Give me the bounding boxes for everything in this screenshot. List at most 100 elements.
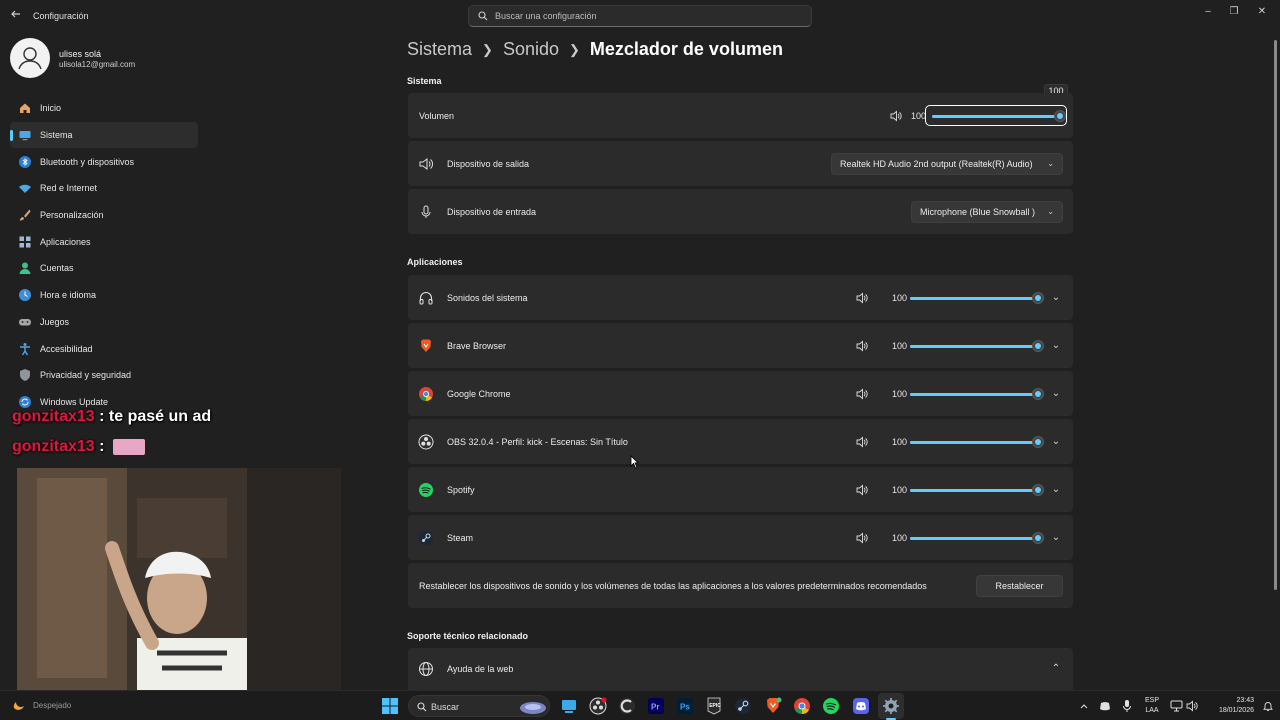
steam-icon[interactable] — [734, 697, 752, 715]
search-input[interactable] — [495, 8, 795, 24]
clock[interactable]: 23:43 18/01/2026 — [1206, 696, 1254, 716]
sidebar-item-accesibilidad[interactable]: Accesibilidad — [10, 335, 198, 362]
app-volume-slider[interactable] — [910, 435, 1044, 448]
chevron-up-icon[interactable]: ⌃ — [1049, 662, 1063, 676]
chevron-down-icon[interactable]: ⌄ — [1049, 339, 1063, 353]
output-device-dropdown[interactable]: Realtek HD Audio 2nd output (Realtek(R) … — [831, 152, 1063, 175]
sidebar-item-juegos[interactable]: Juegos — [10, 309, 198, 336]
input-device-dropdown[interactable]: Microphone (Blue Snowball ) ⌄ — [911, 200, 1063, 223]
slider-thumb[interactable] — [1054, 109, 1066, 122]
volume-tray-icon[interactable] — [1186, 700, 1199, 712]
taskbar-search[interactable]: Buscar — [408, 695, 550, 717]
chevron-down-icon[interactable]: ⌄ — [1049, 531, 1063, 545]
chat-username: gonzitax13 — [12, 438, 95, 455]
speaker-icon[interactable] — [890, 110, 902, 122]
app-volume-slider[interactable] — [910, 339, 1044, 352]
search-icon — [417, 702, 427, 712]
minimize-button[interactable]: – — [1196, 4, 1220, 20]
scrollbar-thumb[interactable] — [1274, 40, 1277, 590]
app-name: Brave Browser — [447, 340, 507, 351]
sidebar-item-cuentas[interactable]: Cuentas — [10, 255, 198, 282]
shield-icon — [20, 369, 30, 382]
chevron-up-icon[interactable] — [1079, 701, 1089, 711]
weather-widget[interactable]: Despejado — [12, 700, 71, 710]
sidebar-item-aplicaciones[interactable]: Aplicaciones — [10, 228, 198, 255]
app-volume-slider[interactable] — [910, 291, 1044, 304]
app-name: Steam — [447, 532, 474, 543]
photoshop-icon[interactable]: Ps — [676, 697, 694, 715]
sidebar-item-sistema[interactable]: Sistema — [10, 121, 198, 149]
speaker-icon[interactable] — [856, 484, 868, 496]
microphone-icon[interactable] — [1122, 699, 1132, 713]
breadcrumb-sonido[interactable]: Sonido — [503, 39, 559, 60]
sidebar-item-bluetooth[interactable]: Bluetooth y dispositivos — [10, 148, 198, 175]
sidebar-item-inicio[interactable]: Inicio — [10, 95, 198, 122]
chevron-down-icon[interactable]: ⌄ — [1049, 435, 1063, 449]
master-volume-slider[interactable] — [932, 109, 1066, 122]
app-name: Google Chrome — [447, 388, 511, 399]
volume-value: 100 — [911, 110, 927, 121]
speaker-icon[interactable] — [856, 436, 868, 448]
chrome-icon[interactable] — [793, 697, 811, 715]
speaker-icon[interactable] — [856, 388, 868, 400]
chevron-down-icon[interactable]: ⌄ — [1049, 387, 1063, 401]
moon-icon — [13, 702, 24, 710]
chevron-down-icon[interactable]: ⌄ — [1049, 483, 1063, 497]
sidebar-item-personalizacion[interactable]: Personalización — [10, 202, 198, 229]
chat-message: gonzitax13 : te pasé un ad — [12, 408, 211, 426]
restore-button[interactable]: ❐ — [1222, 4, 1246, 20]
sidebar-item-label: Aplicaciones — [40, 236, 91, 247]
reset-button[interactable]: Restablecer — [976, 574, 1063, 597]
breadcrumb-sistema[interactable]: Sistema — [407, 39, 472, 60]
app-volume-slider[interactable] — [910, 483, 1044, 496]
close-button[interactable]: ✕ — [1250, 4, 1274, 20]
speaker-icon[interactable] — [856, 532, 868, 544]
app-row-obs: OBS 32.0.4 - Perfil: kick - Escenas: Sin… — [408, 419, 1073, 464]
obs-icon[interactable] — [589, 697, 607, 715]
chevron-down-icon[interactable]: ⌄ — [1049, 291, 1063, 305]
back-button[interactable] — [8, 8, 24, 24]
taskbar: Despejado Buscar Pr Ps EPIC ESP LAA 23:4… — [0, 690, 1280, 720]
app-volume-slider[interactable] — [910, 387, 1044, 400]
avatar — [10, 38, 50, 78]
speaker-icon[interactable] — [856, 292, 868, 304]
slider-thumb[interactable] — [1032, 531, 1044, 544]
network-icon[interactable] — [1170, 700, 1183, 712]
sidebar-item-hora[interactable]: Hora e idioma — [10, 282, 198, 309]
epic-games-icon[interactable]: EPIC — [705, 697, 723, 715]
help-web-row[interactable]: Ayuda de la web ⌃ — [408, 648, 1073, 690]
notification-bell-icon[interactable] — [1262, 700, 1274, 712]
app-volume-slider[interactable] — [910, 531, 1044, 544]
windows-start-icon[interactable] — [381, 697, 399, 715]
settings-gear-icon[interactable] — [882, 697, 900, 715]
slider-thumb[interactable] — [1032, 339, 1044, 352]
task-view-icon[interactable] — [560, 697, 578, 715]
svg-text:EPIC: EPIC — [709, 703, 721, 709]
speaker-icon[interactable] — [856, 340, 868, 352]
app-volume-value: 100 — [892, 388, 908, 399]
breadcrumb: Sistema ❯ Sonido ❯ Mezclador de volumen — [407, 39, 783, 60]
sidebar-item-privacidad[interactable]: Privacidad y seguridad — [10, 362, 198, 389]
discord-icon[interactable] — [852, 697, 870, 715]
page-title: Mezclador de volumen — [589, 39, 783, 59]
slider-thumb[interactable] — [1032, 483, 1044, 496]
svg-text:Ps: Ps — [680, 703, 690, 712]
slider-thumb[interactable] — [1032, 435, 1044, 448]
slider-thumb[interactable] — [1032, 291, 1044, 304]
brave-icon[interactable] — [764, 697, 782, 715]
premiere-icon[interactable]: Pr — [647, 697, 665, 715]
app-volume-value: 100 — [892, 340, 908, 351]
wifi-icon — [19, 185, 31, 194]
slider-thumb[interactable] — [1032, 387, 1044, 400]
language-indicator[interactable]: ESP LAA — [1142, 696, 1162, 716]
user-email: ulisola12@gmail.com — [59, 60, 136, 69]
app-name: Spotify — [447, 484, 475, 495]
slider-fill — [910, 488, 1038, 492]
discord-tray-icon[interactable] — [1098, 699, 1112, 713]
brush-icon — [19, 209, 31, 221]
settings-search[interactable] — [468, 5, 812, 27]
user-profile[interactable]: ulises solá ulisola12@gmail.com — [10, 38, 200, 80]
sidebar-item-red[interactable]: Red e Internet — [10, 175, 198, 202]
ccleaner-icon[interactable] — [618, 697, 636, 715]
spotify-icon[interactable] — [822, 697, 840, 715]
